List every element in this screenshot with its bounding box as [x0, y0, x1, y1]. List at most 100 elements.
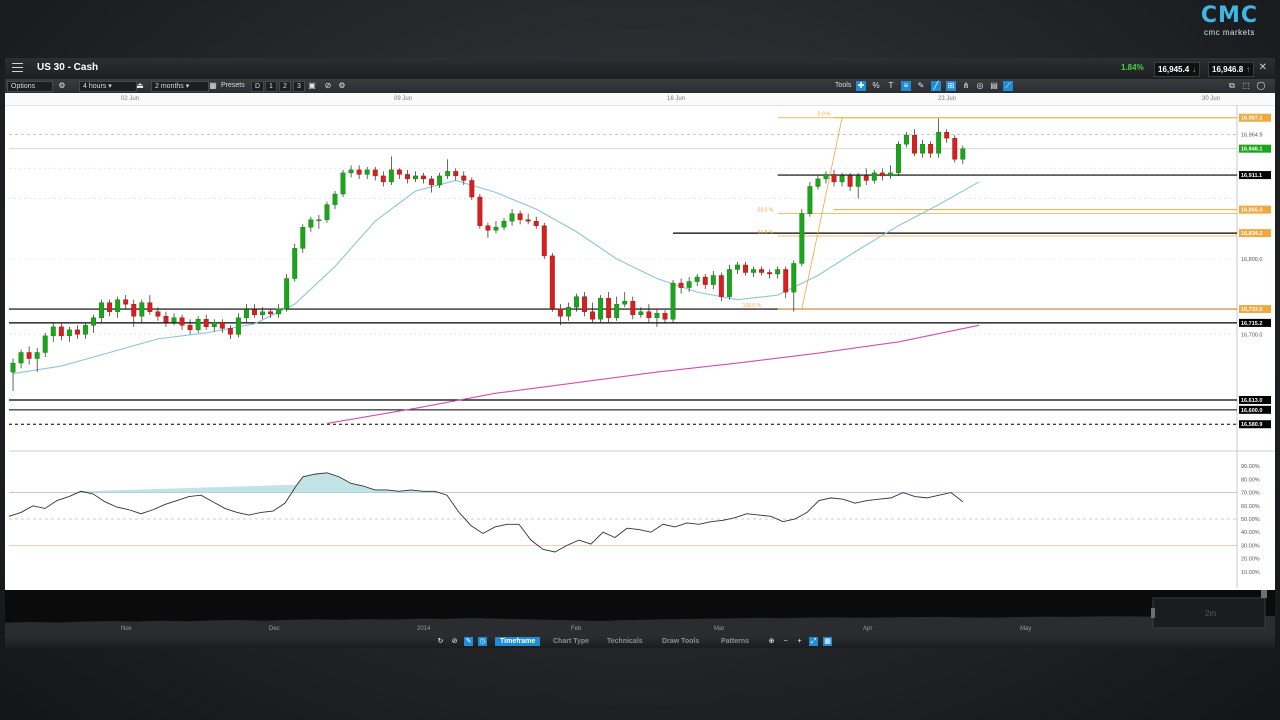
candle — [775, 266, 781, 279]
candle-body — [678, 282, 684, 288]
candle — [710, 270, 716, 290]
candle-body — [565, 306, 571, 317]
candle-body — [751, 269, 756, 273]
candle — [855, 172, 861, 199]
candle-body — [276, 308, 282, 315]
fibonacci-level-label: 50.0 % — [758, 207, 774, 213]
candle — [179, 314, 185, 330]
candle — [396, 168, 402, 179]
candle-body — [501, 220, 507, 228]
grid-icon[interactable]: ▦ — [823, 637, 832, 646]
candle — [920, 139, 926, 158]
candle-body — [83, 325, 88, 335]
candle — [308, 216, 314, 232]
candle — [815, 175, 821, 190]
refresh-icon[interactable]: ↻ — [436, 637, 445, 646]
candle — [895, 141, 901, 176]
price-chart[interactable]: 0.0 % 50.0 % 61.8 % 100.0 % 16,987.1 16,964.9… — [5, 58, 1275, 648]
candle-body — [421, 175, 426, 180]
candle-body — [960, 148, 966, 160]
tab-technicals[interactable]: Technicals — [607, 637, 643, 646]
candle — [10, 358, 16, 391]
rsi-axis-label: 80.00% — [1241, 477, 1260, 483]
candle — [388, 156, 394, 185]
candle — [646, 304, 652, 323]
candle-body — [710, 275, 716, 285]
logo-name: cmc markets — [1203, 28, 1255, 37]
price-axis-label: 16,613.0 — [1241, 398, 1262, 404]
candle — [340, 169, 346, 198]
clock-icon[interactable]: ◷ — [478, 637, 487, 646]
candle — [380, 171, 386, 187]
tab-chart-type[interactable]: Chart Type — [553, 637, 589, 646]
candle-body — [662, 313, 668, 320]
candle-body — [74, 329, 80, 335]
candle — [83, 322, 88, 339]
candle-body — [525, 219, 531, 222]
candle-body — [453, 171, 459, 177]
candle — [944, 129, 950, 143]
candle-body — [606, 297, 612, 318]
candle-body — [10, 362, 16, 373]
candle — [252, 304, 257, 318]
candle-body — [413, 175, 418, 180]
candle-body — [799, 213, 805, 264]
candle-body — [171, 317, 177, 323]
candle-body — [91, 317, 96, 326]
candle-body — [557, 308, 563, 317]
candle-body — [944, 131, 950, 139]
candle-body — [807, 186, 813, 214]
tab-patterns[interactable]: Patterns — [721, 637, 749, 646]
navigator-month-label: 2014 — [417, 626, 431, 632]
tab-timeframe[interactable]: Timeframe — [495, 637, 541, 646]
candle-body — [300, 227, 306, 249]
candle-body — [759, 269, 765, 273]
candle-body — [34, 352, 40, 359]
rsi-line — [8, 472, 964, 553]
candle — [582, 292, 587, 317]
candle — [219, 319, 225, 333]
price-axis-label: 16,715.2 — [1241, 321, 1262, 327]
candle-body — [847, 175, 853, 187]
candle-body — [139, 302, 145, 317]
candle — [66, 326, 72, 342]
navigator-month-label: May — [1020, 626, 1031, 632]
candle-body — [734, 264, 740, 270]
candle — [936, 118, 942, 158]
candle — [227, 325, 233, 339]
candle — [107, 299, 113, 317]
price-axis-label: 16,580.9 — [1241, 422, 1262, 428]
candle-body — [115, 299, 121, 312]
candle — [332, 191, 338, 210]
candle-body — [66, 329, 72, 337]
candle-body — [686, 281, 692, 288]
candle-body — [18, 352, 24, 364]
candle-body — [396, 169, 402, 175]
candle — [34, 347, 40, 373]
draw-icon[interactable]: ✎ — [464, 637, 473, 646]
candle-body — [388, 169, 394, 183]
fit-icon[interactable]: ⤢ — [809, 637, 818, 646]
candle — [509, 209, 515, 226]
candle-body — [517, 213, 523, 220]
zoom-out-icon[interactable]: − — [781, 637, 790, 646]
fibonacci-level-label: 0.0 % — [818, 112, 831, 118]
candle — [670, 280, 676, 323]
candle-body — [268, 311, 274, 315]
candle — [74, 325, 80, 339]
tab-draw-tools[interactable]: Draw Tools — [662, 637, 699, 646]
candle — [525, 213, 531, 225]
candle-body — [895, 144, 901, 174]
candle — [783, 266, 789, 299]
add-icon[interactable]: + — [795, 637, 804, 646]
price-axis-label: 16,600.0 — [1241, 408, 1262, 414]
no-entry-icon[interactable]: ⊘ — [450, 637, 459, 646]
zoom-in-icon[interactable]: ⊕ — [767, 637, 776, 646]
candle-body — [292, 248, 298, 279]
candle — [147, 295, 153, 315]
candle — [863, 168, 869, 185]
candle-body — [549, 255, 555, 309]
candle-body — [477, 196, 483, 226]
price-axis-label: 16,700.0 — [1241, 332, 1262, 338]
candle-body — [952, 137, 958, 160]
